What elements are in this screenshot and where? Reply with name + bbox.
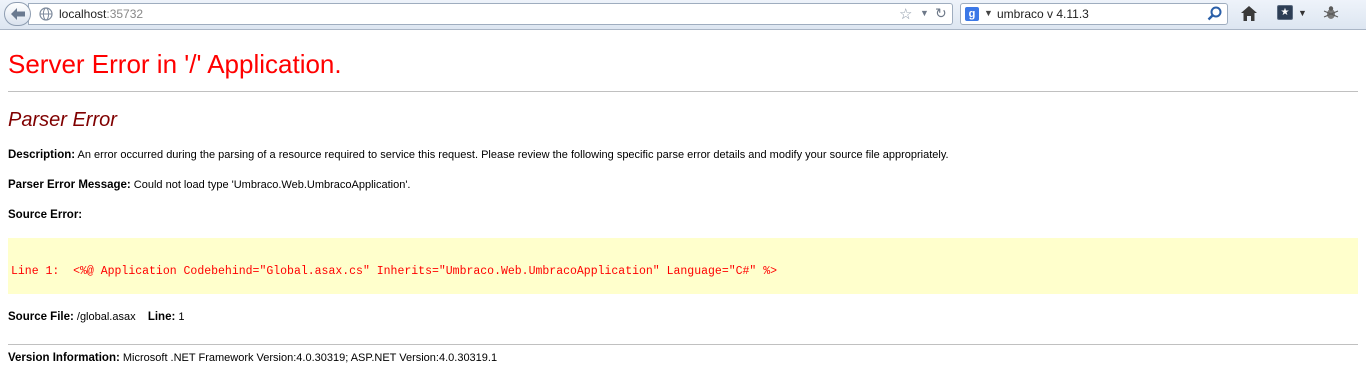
bookmarks-menu-icon[interactable]: ★ <box>1277 5 1293 20</box>
source-file-value: /global.asax <box>73 311 136 323</box>
source-file-label: Source File: <box>8 311 74 323</box>
description-text: An error occurred during the parsing of … <box>75 149 949 161</box>
source-code-line: Line 1: <%@ Application Codebehind="Glob… <box>11 265 778 278</box>
page-title: Server Error in '/' Application. <box>8 49 342 79</box>
title-divider <box>8 91 1358 92</box>
browser-toolbar: localhost:35732 ☆ ▼ ↻ g ▼ umbraco v 4.11… <box>0 0 1366 30</box>
description: Description: An error occurred during th… <box>8 149 949 161</box>
source-error: Source Error: <box>8 209 82 221</box>
reload-icon[interactable]: ↻ <box>935 5 947 22</box>
history-dropdown-icon[interactable]: ▼ <box>920 8 929 18</box>
address-bar[interactable]: localhost:35732 ☆ ▼ ↻ <box>28 3 953 25</box>
home-icon[interactable] <box>1240 5 1258 27</box>
addon-bug-icon[interactable] <box>1322 4 1340 27</box>
version-divider <box>8 344 1358 345</box>
description-label: Description: <box>8 149 76 161</box>
search-bar[interactable]: g ▼ umbraco v 4.11.3 <box>960 3 1228 25</box>
bookmark-star-icon[interactable]: ☆ <box>899 5 912 23</box>
parser-error-message-label: Parser Error Message: <box>8 179 131 191</box>
search-input[interactable]: umbraco v 4.11.3 <box>997 7 1089 21</box>
url-host: localhost <box>59 7 107 21</box>
back-button[interactable] <box>4 2 31 26</box>
back-arrow-icon <box>10 8 25 20</box>
version-information-label: Version Information: <box>8 352 120 364</box>
parser-error-message: Parser Error Message: Could not load typ… <box>8 179 410 191</box>
source-error-label: Source Error: <box>8 209 83 221</box>
line-label: Line: <box>147 311 176 323</box>
bookmarks-dropdown-icon[interactable]: ▼ <box>1298 8 1307 18</box>
url-port: :35732 <box>106 7 144 21</box>
error-type-heading: Parser Error <box>8 109 117 131</box>
version-information: Version Information: Microsoft .NET Fram… <box>8 352 497 364</box>
google-icon[interactable]: g <box>965 7 979 21</box>
globe-icon <box>39 7 53 26</box>
search-icon[interactable] <box>1207 6 1223 27</box>
parser-error-message-text: Could not load type 'Umbraco.Web.Umbraco… <box>130 179 411 191</box>
search-engine-dropdown-icon[interactable]: ▼ <box>984 8 993 18</box>
source-code-box: Line 1: <%@ Application Codebehind="Glob… <box>8 238 1358 294</box>
version-information-text: Microsoft .NET Framework Version:4.0.303… <box>119 352 498 364</box>
source-file: Source File: /global.asax Line: 1 <box>8 311 185 323</box>
url-text[interactable]: localhost:35732 <box>59 7 143 21</box>
line-value: 1 <box>175 311 185 323</box>
